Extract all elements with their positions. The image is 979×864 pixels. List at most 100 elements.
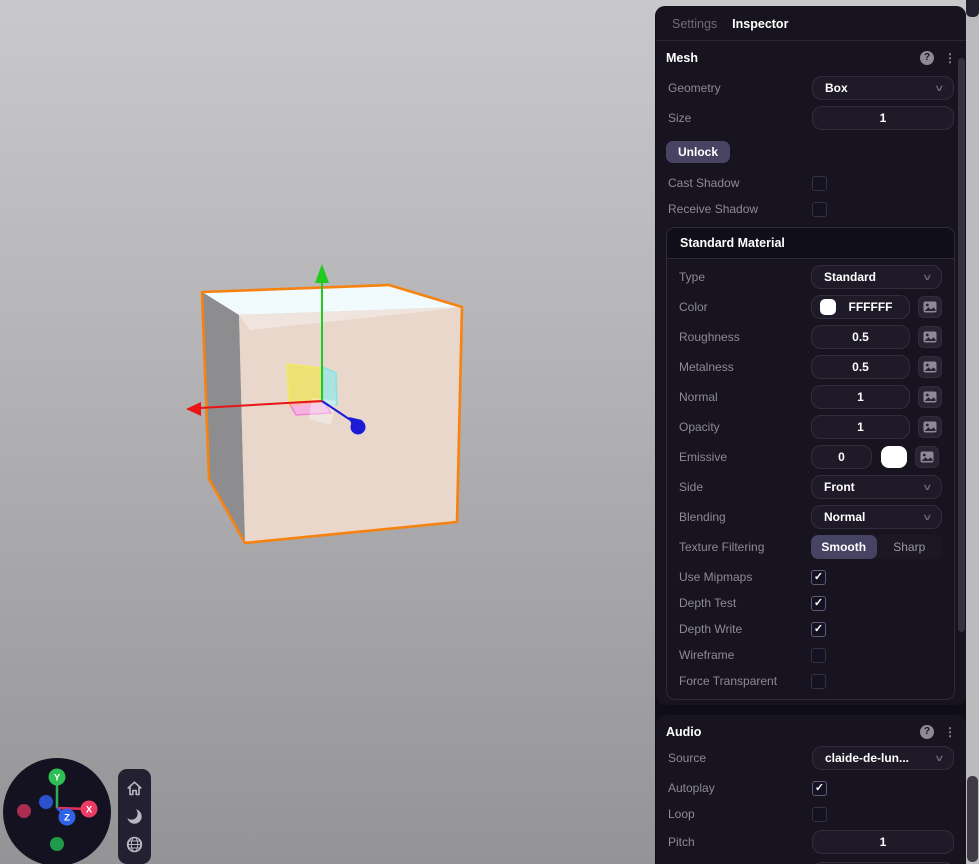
viewport-toolbar [118, 769, 151, 864]
color-input[interactable]: FFFFFF [811, 295, 910, 319]
chevron-down-icon: ∨ [934, 753, 945, 764]
source-row: Source claide-de-lun... ∨ [656, 746, 966, 770]
moon-icon [125, 807, 144, 826]
normal-label: Normal [679, 390, 718, 404]
blending-dropdown[interactable]: Normal ∨ [811, 505, 942, 529]
mesh-section-header: Mesh ? ⋮ [656, 41, 966, 70]
normal-input[interactable]: 1 [811, 385, 910, 409]
cast-shadow-checkbox[interactable] [812, 176, 827, 191]
type-row: Type Standard ∨ [667, 265, 954, 289]
force-transparent-checkbox[interactable] [811, 674, 826, 689]
tab-settings[interactable]: Settings [672, 17, 717, 31]
loop-row: Loop [656, 806, 966, 822]
kebab-menu-icon[interactable]: ⋮ [944, 53, 956, 63]
gizmo-plane-yz[interactable] [323, 367, 337, 405]
use-mipmaps-label: Use Mipmaps [679, 570, 752, 584]
audio-section-title: Audio [666, 725, 910, 739]
emissive-color-swatch[interactable] [881, 446, 907, 468]
inspector-panel: Settings Inspector Mesh ? ⋮ Geometry Box… [656, 6, 966, 705]
z-axis-ball[interactable]: Z [59, 809, 76, 826]
chevron-down-icon: ∨ [922, 512, 933, 523]
texture-filtering-smooth[interactable]: Smooth [811, 535, 877, 559]
wireframe-checkbox[interactable] [811, 648, 826, 663]
chevron-down-icon: ∨ [934, 83, 945, 94]
neg-z-axis-ball[interactable] [39, 795, 53, 809]
neg-x-axis-ball[interactable] [17, 804, 31, 818]
theme-toggle-button[interactable] [123, 804, 147, 828]
texture-filtering-label: Texture Filtering [679, 540, 764, 554]
size-input[interactable]: 1 [812, 106, 954, 130]
type-dropdown[interactable]: Standard ∨ [811, 265, 942, 289]
side-dropdown[interactable]: Front ∨ [811, 475, 942, 499]
image-icon [923, 331, 937, 343]
metalness-row: Metalness 0.5 [667, 355, 954, 379]
opacity-row: Opacity 1 [667, 415, 954, 439]
color-texture-button[interactable] [918, 296, 942, 318]
geometry-dropdown[interactable]: Box ∨ [812, 76, 954, 100]
depth-write-checkbox[interactable]: ✓ [811, 622, 826, 637]
opacity-label: Opacity [679, 420, 720, 434]
opacity-texture-button[interactable] [918, 416, 942, 438]
roughness-input[interactable]: 0.5 [811, 325, 910, 349]
blending-value: Normal [824, 510, 865, 524]
y-axis-ball[interactable]: Y [49, 769, 66, 786]
metalness-input[interactable]: 0.5 [811, 355, 910, 379]
geometry-label: Geometry [668, 81, 721, 95]
use-mipmaps-checkbox[interactable]: ✓ [811, 570, 826, 585]
image-icon [923, 361, 937, 373]
geometry-value: Box [825, 81, 848, 95]
help-icon[interactable]: ? [920, 51, 934, 65]
pitch-label: Pitch [668, 835, 695, 849]
panel-tabbar: Settings Inspector [656, 6, 966, 41]
orientation-gizmo[interactable]: Y X Z [0, 753, 120, 864]
pitch-input[interactable]: 1 [812, 830, 954, 854]
svg-text:Y: Y [54, 773, 61, 784]
grid-sphere-button[interactable] [123, 832, 147, 856]
page-scrollbar-cap [966, 0, 979, 17]
force-transparent-label: Force Transparent [679, 674, 777, 688]
emissive-texture-button[interactable] [915, 446, 939, 468]
texture-filtering-sharp[interactable]: Sharp [877, 535, 943, 559]
emissive-input[interactable]: 0 [811, 445, 872, 469]
tab-inspector[interactable]: Inspector [732, 17, 788, 31]
emissive-row: Emissive 0 [667, 445, 954, 469]
kebab-menu-icon[interactable]: ⋮ [944, 727, 956, 737]
opacity-input[interactable]: 1 [811, 415, 910, 439]
neg-y-axis-ball[interactable] [50, 837, 64, 851]
depth-write-row: Depth Write ✓ [667, 621, 954, 637]
inspector-scrollbar-thumb[interactable] [958, 58, 965, 632]
page-scrollbar-thumb[interactable] [967, 776, 978, 862]
depth-test-row: Depth Test ✓ [667, 595, 954, 611]
help-icon[interactable]: ? [920, 725, 934, 739]
home-button[interactable] [123, 777, 147, 801]
color-swatch[interactable] [820, 299, 836, 315]
audio-panel: Audio ? ⋮ Source claide-de-lun... ∨ Auto… [656, 715, 966, 864]
unlock-button[interactable]: Unlock [666, 141, 730, 163]
loop-checkbox[interactable] [812, 807, 827, 822]
use-mipmaps-row: Use Mipmaps ✓ [667, 569, 954, 585]
autoplay-checkbox[interactable]: ✓ [812, 781, 827, 796]
receive-shadow-row: Receive Shadow [656, 201, 966, 217]
source-value: claide-de-lun... [825, 751, 909, 765]
mesh-section-title: Mesh [666, 51, 910, 65]
color-row: Color FFFFFF [667, 295, 954, 319]
metalness-texture-button[interactable] [918, 356, 942, 378]
source-label: Source [668, 751, 706, 765]
texture-filtering-segment: Smooth Sharp [811, 535, 942, 559]
cast-shadow-label: Cast Shadow [668, 176, 739, 190]
color-label: Color [679, 300, 708, 314]
roughness-texture-button[interactable] [918, 326, 942, 348]
x-axis-ball[interactable]: X [81, 801, 98, 818]
image-icon [920, 451, 934, 463]
texture-filtering-row: Texture Filtering Smooth Sharp [667, 535, 954, 559]
globe-grid-icon [125, 835, 144, 854]
editor-window: { "tabs": { "settings": "Settings", "ins… [0, 0, 979, 864]
image-icon [923, 421, 937, 433]
normal-texture-button[interactable] [918, 386, 942, 408]
source-dropdown[interactable]: claide-de-lun... ∨ [812, 746, 954, 770]
loop-label: Loop [668, 807, 695, 821]
receive-shadow-label: Receive Shadow [668, 202, 758, 216]
depth-test-checkbox[interactable]: ✓ [811, 596, 826, 611]
receive-shadow-checkbox[interactable] [812, 202, 827, 217]
page-scrollbar-track[interactable] [966, 0, 979, 864]
